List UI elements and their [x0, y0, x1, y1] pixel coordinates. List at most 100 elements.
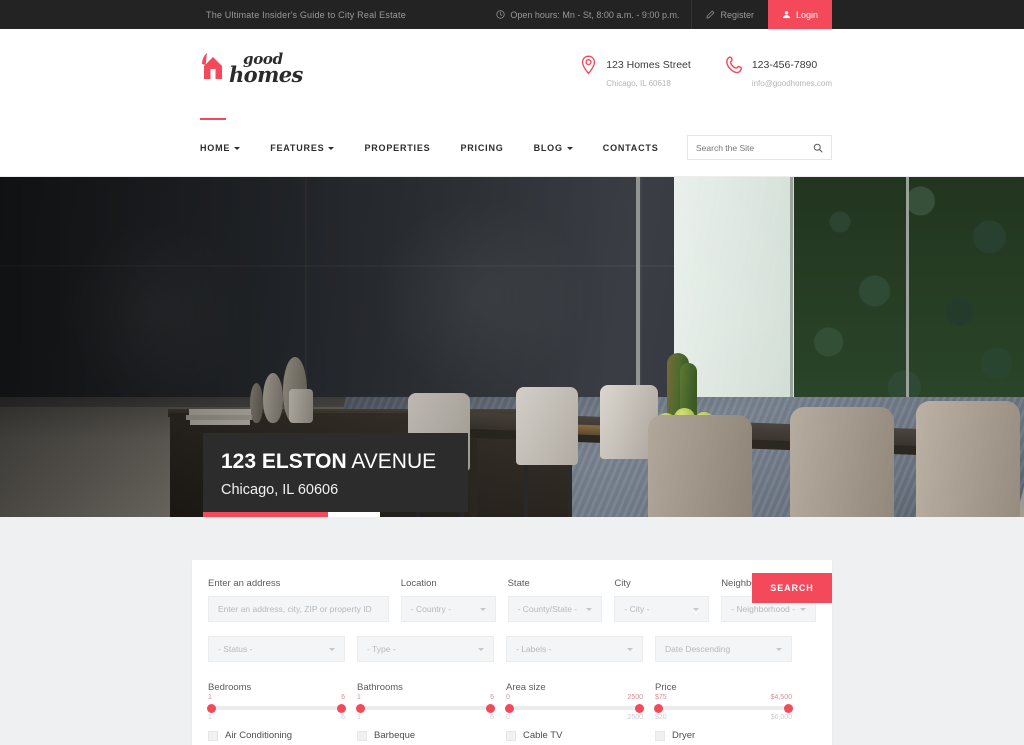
register-label: Register: [720, 9, 754, 20]
open-hours: Open hours: Mn - St, 8:00 a.m. - 9:00 p.…: [496, 10, 691, 20]
chevron-down-icon: [693, 607, 700, 611]
site-logo[interactable]: good homes: [200, 51, 303, 85]
checkbox-label: Dryer: [672, 730, 696, 741]
slider-price: Price $75 $4,500 $20 $6,000: [654, 682, 793, 721]
hero-details-button[interactable]: [328, 512, 380, 517]
contact-phone: 123-456-7890 info@goodhomes.com: [725, 55, 832, 91]
checkbox-air-conditioning[interactable]: Air Conditioning: [208, 730, 345, 741]
location-label: Location: [400, 578, 437, 589]
nav-label: BLOG: [533, 143, 563, 153]
nav-item-pricing[interactable]: PRICING: [460, 143, 520, 153]
site-tagline: The Ultimate Insider's Guide to City Rea…: [206, 9, 406, 20]
address-line-1: 123 Homes Street: [606, 59, 691, 71]
slider-area-size: Area size 0 2500 0 2500: [505, 682, 644, 721]
nav-label: PROPERTIES: [364, 143, 431, 153]
chevron-down-icon: [586, 607, 593, 611]
checkbox-dryer[interactable]: Dryer: [655, 730, 792, 741]
search-submit-button[interactable]: SEARCH: [752, 573, 832, 603]
sort-select[interactable]: Date Descending: [655, 636, 792, 662]
checkbox-box[interactable]: [357, 730, 367, 741]
slider-knob-right[interactable]: [486, 703, 495, 713]
range-slider[interactable]: 1 6 1 6: [207, 694, 346, 721]
range-slider[interactable]: 0 2500 0 2500: [505, 694, 644, 721]
property-search-section: SEARCH Enter an address Enter an address…: [0, 560, 1024, 745]
checkbox-barbeque[interactable]: Barbeque: [357, 730, 494, 741]
checkbox-box[interactable]: [208, 730, 218, 741]
slider-bedrooms: Bedrooms 1 6 1 6: [207, 682, 346, 721]
open-hours-text: Open hours: Mn - St, 8:00 a.m. - 9:00 p.…: [510, 9, 680, 20]
type-value: - Type -: [367, 644, 396, 654]
range-slider[interactable]: 1 6 1 6: [356, 694, 495, 721]
pencil-icon: [706, 10, 715, 19]
nav-item-home[interactable]: HOME: [200, 143, 257, 153]
phone-line-1: 123-456-7890: [751, 59, 818, 71]
nav-item-properties[interactable]: PROPERTIES: [364, 143, 447, 153]
checkbox-cable-tv[interactable]: Cable TV: [506, 730, 643, 741]
top-bar-inner: The Ultimate Insider's Guide to City Rea…: [192, 0, 832, 29]
chevron-down-icon: [478, 647, 484, 651]
slider-min-value: 1: [357, 694, 361, 701]
field-sort: Date Descending: [655, 636, 792, 662]
field-address: Enter an address Enter an address, city,…: [208, 578, 389, 622]
type-select[interactable]: - Type -: [357, 636, 494, 662]
slider-label: Bathrooms: [357, 682, 403, 693]
address-line-2: Chicago, IL 60618: [606, 79, 671, 88]
contact-phone-text: 123-456-7890 info@goodhomes.com: [752, 55, 832, 91]
slider-min-value: $75: [655, 694, 667, 701]
login-label: Login: [795, 9, 818, 20]
city-select[interactable]: - City -: [614, 596, 710, 622]
amenities-column: Air Conditioning Kitchen: [208, 730, 345, 745]
slider-bathrooms: Bathrooms 1 6 1 6: [356, 682, 495, 721]
slider-knob-left[interactable]: [654, 703, 663, 713]
hero-overlay-shade: [0, 177, 1024, 517]
house-logo-icon: [200, 52, 226, 82]
slider-knob-right[interactable]: [337, 703, 346, 713]
slider-max-bound: $6,000: [770, 714, 792, 721]
location-select[interactable]: - Country -: [400, 596, 496, 622]
search-input[interactable]: [696, 142, 813, 153]
search-icon[interactable]: [813, 143, 823, 153]
search-row-location: Enter an address Enter an address, city,…: [208, 578, 816, 622]
nav-item-features[interactable]: FEATURES: [270, 143, 351, 153]
city-value: - City -: [624, 604, 650, 614]
search-row-sliders: Bedrooms 1 6 1 6 Bathrooms 1 6 1 6 Area …: [207, 682, 816, 721]
slider-knob-left[interactable]: [505, 703, 514, 713]
slider-knob-left[interactable]: [207, 703, 216, 713]
site-header: good homes 123 Homes Street Chicago, IL …: [0, 29, 1024, 119]
nav-menu: HOME FEATURES PROPERTIES PRICING BLOG CO…: [192, 143, 689, 153]
slider-min-value: 0: [506, 694, 510, 701]
neighborhood-value: - Neighborhood -: [731, 604, 795, 614]
nav-item-contacts[interactable]: CONTACTS: [603, 143, 676, 153]
slider-max-value: 6: [490, 694, 494, 701]
chevron-down-icon: [566, 146, 573, 150]
checkbox-box[interactable]: [506, 730, 516, 741]
slider-label: Area size: [506, 682, 546, 693]
map-pin-icon: [580, 55, 597, 75]
phone-line-2: info@goodhomes.com: [751, 79, 832, 88]
range-slider[interactable]: $75 $4,500 $20 $6,000: [654, 694, 793, 721]
slider-max-bound: 2500: [627, 714, 643, 721]
slider-label: Bedrooms: [208, 682, 252, 693]
hero-price-tag: $800 /month: [203, 512, 328, 517]
slider-knob-right[interactable]: [635, 703, 644, 713]
nav-label: PRICING: [460, 143, 504, 153]
checkbox-box[interactable]: [655, 730, 665, 741]
labels-select[interactable]: - Labels -: [506, 636, 643, 662]
slider-max-value: $4,500: [770, 694, 792, 701]
state-select[interactable]: - County/State -: [507, 596, 603, 622]
search-wrap: SEARCH Enter an address Enter an address…: [192, 560, 832, 745]
chevron-down-icon: [328, 146, 335, 150]
checkbox-label: Cable TV: [523, 730, 563, 741]
hero-caption: 123 ELSTON AVENUE Chicago, IL 60606 $800…: [203, 433, 468, 517]
site-search[interactable]: [687, 135, 832, 160]
register-button[interactable]: Register: [692, 10, 768, 20]
login-button[interactable]: Login: [767, 0, 832, 29]
slider-knob-left[interactable]: [356, 703, 365, 713]
nav-item-blog[interactable]: BLOG: [534, 143, 590, 153]
slider-knob-right[interactable]: [784, 703, 793, 713]
address-input[interactable]: Enter an address, city, ZIP or property …: [208, 596, 389, 622]
hero-price-row: $800 /month: [203, 512, 380, 517]
status-select[interactable]: - Status -: [208, 636, 345, 662]
search-row-filters: - Status - - Type - - Labels - Date Desc…: [208, 636, 816, 662]
page-root: The Ultimate Insider's Guide to City Rea…: [0, 0, 1024, 745]
